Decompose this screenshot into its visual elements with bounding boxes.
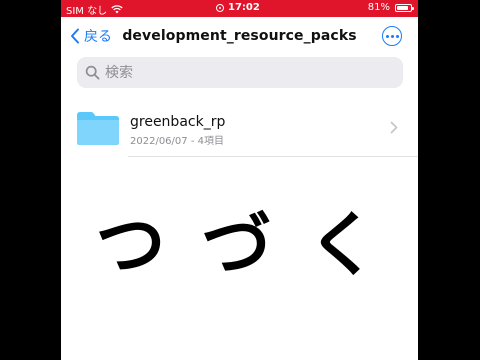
- chevron-right-icon: [390, 121, 398, 134]
- battery-icon: [395, 3, 414, 12]
- ellipsis-dot: [390, 34, 394, 38]
- folder-name: greenback_rp: [130, 114, 226, 130]
- phone-screen: SIM なし 17:02 81% 戻る development_resource…: [61, 0, 418, 360]
- status-bar: SIM なし 17:02 81%: [61, 0, 418, 17]
- ellipsis-circle-icon: [385, 34, 389, 38]
- list-item[interactable]: greenback_rp 2022/06/07 - 4項目: [61, 100, 418, 156]
- battery-percent: 81%: [367, 2, 390, 13]
- recording-icon: [216, 3, 224, 12]
- status-right: 81%: [367, 2, 414, 13]
- folder-meta: 2022/06/07 - 4項目: [130, 136, 224, 147]
- search-input[interactable]: [103, 63, 397, 82]
- folder-icon: [77, 112, 119, 145]
- page-title: development_resource_packs: [122, 28, 357, 44]
- search-bar[interactable]: [77, 57, 403, 88]
- overlay-caption: つづく: [95, 204, 414, 286]
- more-options-button[interactable]: [382, 26, 402, 46]
- row-divider: [128, 156, 418, 157]
- carrier-label: SIM なし: [66, 6, 108, 17]
- clock: 17:02: [228, 2, 260, 13]
- ellipsis-dot: [395, 34, 399, 38]
- navigation-bar: 戻る development_resource_packs: [61, 17, 418, 57]
- wifi-icon: [111, 5, 123, 14]
- search-icon: [85, 65, 100, 80]
- status-center: 17:02: [216, 2, 260, 13]
- status-left: SIM なし: [66, 2, 123, 17]
